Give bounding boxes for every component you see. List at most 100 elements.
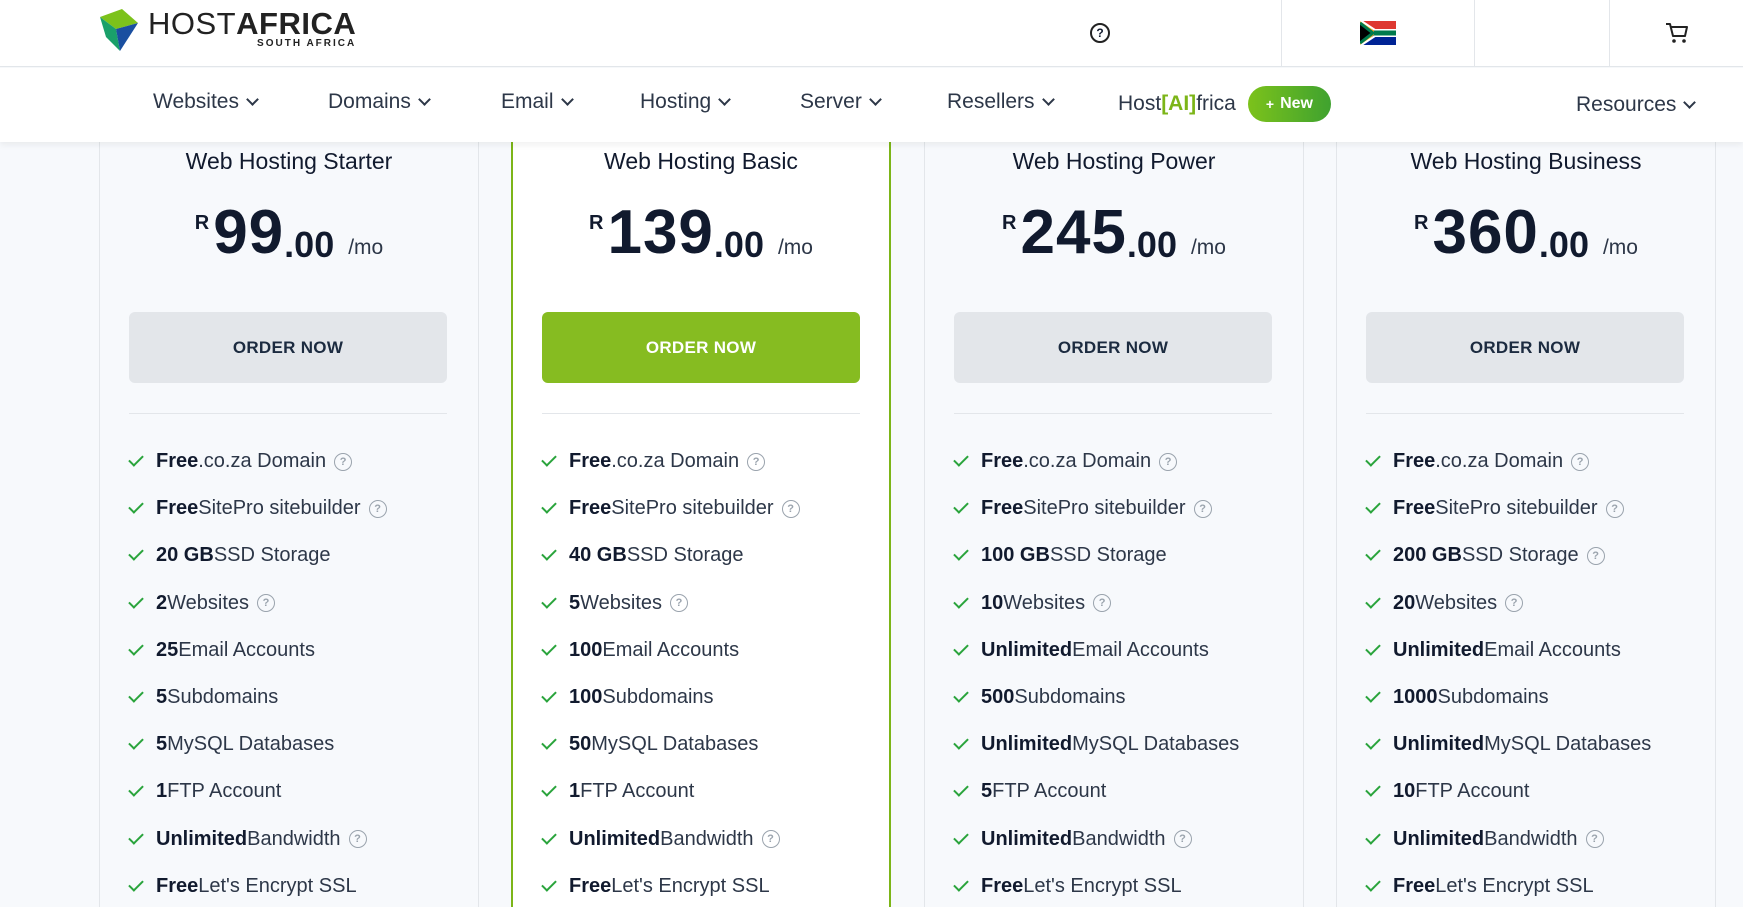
help-tooltip-icon[interactable]: ? [670,594,689,613]
feature-label: Websites [580,591,663,614]
feature-item: 5 FTP Account [953,768,1294,815]
help-tooltip-icon[interactable]: ? [1585,830,1604,849]
feature-value: Free [1393,497,1436,520]
price-whole: 139 [607,198,714,267]
help-tooltip-icon[interactable]: ? [1159,452,1178,471]
nav-server[interactable]: Server [800,68,882,136]
plan-title: Web Hosting Basic [604,148,798,174]
chevron-down-icon [1683,96,1697,109]
feature-value: 1 [569,780,581,803]
divider [542,413,860,414]
order-now-button[interactable]: ORDER NOW [129,312,447,383]
region-selector[interactable] [1282,0,1474,66]
feature-item: 5 Subdomains [128,674,469,721]
feature-item: 10 FTP Account [1365,768,1706,815]
price-period: /mo [777,236,813,259]
nav-email[interactable]: Email [501,68,574,136]
feature-label: Bandwidth [1072,827,1166,850]
check-icon [541,451,557,467]
feature-value: 100 GB [981,544,1050,567]
feature-value: Free [156,450,199,473]
feature-label: Subdomains [1437,686,1549,709]
chevron-down-icon [718,93,732,106]
price-period: /mo [1602,236,1638,259]
feature-value: Unlimited [981,638,1073,661]
nav-resellers[interactable]: Resellers [947,68,1055,136]
cart-button[interactable] [1610,0,1743,66]
price-period: /mo [1190,236,1226,259]
help-button[interactable]: ? [1060,0,1140,66]
help-tooltip-icon[interactable]: ? [1193,499,1212,518]
feature-label: Bandwidth [1484,827,1578,850]
feature-item: Unlimited MySQL Databases [1365,721,1706,768]
nav-domains[interactable]: Domains [328,68,431,136]
help-tooltip-icon[interactable]: ? [1173,830,1192,849]
nav-websites[interactable]: Websites [153,68,259,136]
cart-icon [1665,23,1688,43]
feature-value: Unlimited [1393,827,1485,850]
help-tooltip-icon[interactable]: ? [1605,499,1624,518]
feature-item: 20 Websites? [1365,580,1706,627]
feature-item: 10 Websites? [953,580,1294,627]
feature-item: Unlimited Email Accounts [953,627,1294,674]
check-icon [1365,545,1381,562]
check-icon [953,545,969,562]
feature-value: Free [156,874,199,897]
order-now-button[interactable]: ORDER NOW [1366,312,1684,383]
plan-card-basic: Web Hosting Basic R 139.00/mo ORDER NOW Free… [511,142,891,907]
feature-item: 40 GB SSD Storage [541,532,882,579]
feature-item: 2 Websites? [128,580,469,627]
plan-card-starter: Web Hosting Starter R 99.00/mo ORDER NOW Fre… [99,142,479,907]
check-icon [541,498,557,515]
plan-price: R 245.00/mo [925,202,1303,266]
feature-value: 5 [156,733,168,756]
nav-resources[interactable]: Resources [1576,71,1697,139]
check-icon [953,451,969,467]
feature-item: 25 Email Accounts [128,627,469,674]
feature-item: Free SitePro sitebuilder? [541,485,882,532]
nav-hostaifrica[interactable]: Host[AI]frica + New [1118,70,1331,138]
feature-value: 10 [1393,780,1416,803]
feature-value: 5 [569,591,581,614]
help-tooltip-icon[interactable]: ? [334,452,353,471]
feature-value: 500 [981,686,1015,709]
order-now-button[interactable]: ORDER NOW [542,312,860,383]
feature-label: MySQL Databases [1484,733,1652,756]
check-icon [1365,592,1381,609]
feature-value: 1000 [1393,686,1438,709]
feature-label: SSD Storage [626,544,744,567]
feature-value: 5 [981,780,993,803]
feature-list: Free .co.za Domain? Free SitePro sitebuil… [953,438,1294,907]
price-cents: .00 [1126,224,1177,265]
plan-title: Web Hosting Business [1410,148,1642,174]
feature-value: Free [1393,450,1436,473]
check-icon [953,876,969,892]
feature-value: 1 [156,780,168,803]
help-tooltip-icon[interactable]: ? [1093,594,1112,613]
feature-item: Free .co.za Domain? [541,438,882,485]
plan-card-business: Web Hosting Business R 360.00/mo ORDER NOW F… [1336,142,1716,907]
feature-item: 100 Subdomains [541,674,882,721]
help-tooltip-icon[interactable]: ? [761,830,780,849]
feature-label: Email Accounts [602,638,740,661]
price-whole: 245 [1020,198,1127,267]
feature-value: 5 [156,686,168,709]
price-cents: .00 [713,224,764,265]
check-icon [541,828,557,845]
help-tooltip-icon[interactable]: ? [348,830,367,849]
help-tooltip-icon[interactable]: ? [747,452,766,471]
help-tooltip-icon[interactable]: ? [257,594,276,613]
feature-item: Free Let's Encrypt SSL [1365,863,1706,907]
help-tooltip-icon[interactable]: ? [781,499,800,518]
help-tooltip-icon[interactable]: ? [368,499,387,518]
price-cents: .00 [284,224,335,265]
hostafrica-logo[interactable]: HOSTAFRICA SOUTH AFRICA [98,7,356,53]
nav-hosting[interactable]: Hosting [640,68,732,136]
feature-label: Subdomains [1014,686,1126,709]
check-icon [128,545,144,562]
help-tooltip-icon[interactable]: ? [1571,452,1590,471]
help-tooltip-icon[interactable]: ? [1505,594,1524,613]
feature-value: Free [981,497,1024,520]
help-tooltip-icon[interactable]: ? [1586,546,1605,565]
order-now-button[interactable]: ORDER NOW [954,312,1272,383]
